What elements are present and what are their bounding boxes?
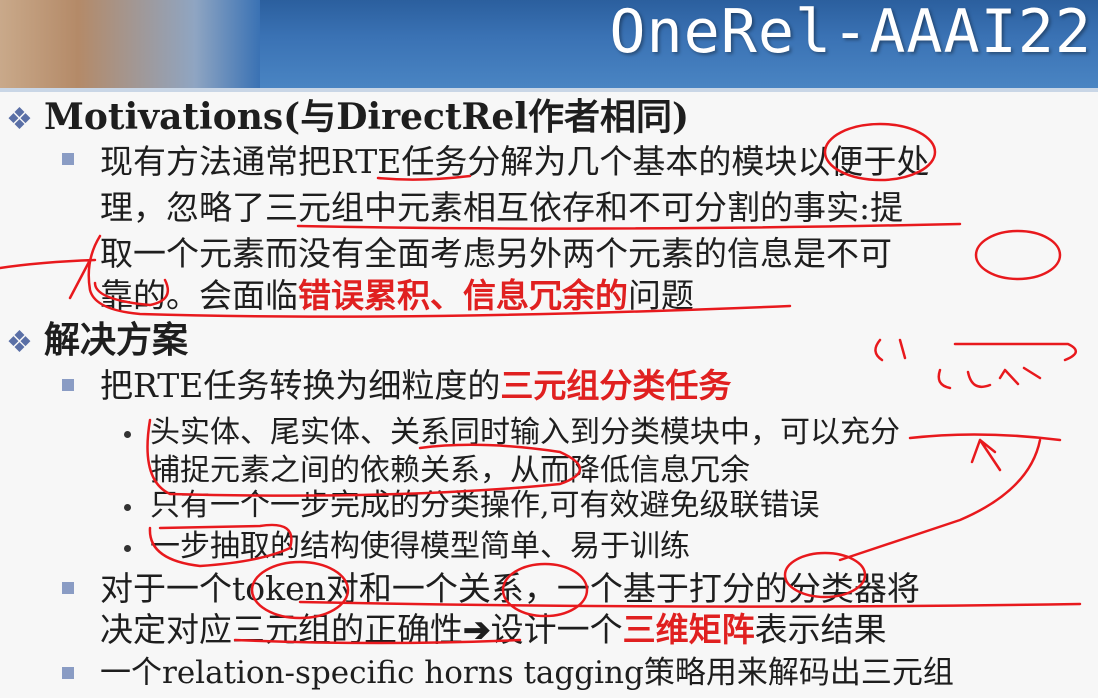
square-bullet-icon (62, 667, 74, 679)
solution-heading: 解决方案 (44, 319, 189, 361)
dot-bullet-icon (124, 431, 131, 438)
solution-point-1-highlight: 三元组分类任务 (500, 366, 732, 405)
solution-point-1-text: 把RTE任务转换为细粒度的 (100, 366, 501, 405)
slide-title: OneRel-AAAI22 (609, 0, 1092, 67)
sub-point-2: 只有一个一步完成的分类操作,可有效避免级联错误 (150, 488, 820, 523)
diamond-bullet-icon: ❖ (6, 325, 33, 360)
sub-point-1-line-1: 头实体、尾实体、关系同时输入到分类模块中，可以充分 (150, 415, 900, 450)
header-photo (0, 0, 260, 92)
square-bullet-icon (62, 582, 74, 594)
motivation-highlight: 错误累积、信息冗余的 (298, 276, 628, 315)
solution-point-3: 一个relation-specific horns tagging策略用来解码出… (100, 655, 954, 691)
dot-bullet-icon (124, 545, 131, 552)
square-bullet-icon (62, 153, 74, 165)
solution-point-2-line-2: 决定对应三元组的正确性➔设计一个三维矩阵表示结果 (100, 610, 887, 650)
motivation-line-1: 现有方法通常把RTE任务分解为几个基本的模块以便于处 (100, 142, 930, 181)
slide-header: OneRel-AAAI22 (0, 0, 1098, 92)
motivation-line-4: 靠的。会面临错误累积、信息冗余的问题 (100, 276, 694, 316)
square-bullet-icon (62, 379, 74, 391)
solution-point-2-mid: 设计一个 (490, 610, 623, 649)
motivation-line-2: 理，忽略了三元组中元素相互依存和不可分割的事实:提 (100, 188, 904, 227)
sub-point-1-line-2: 捕捉元素之间的依赖关系，从而降低信息冗余 (150, 453, 750, 488)
dot-bullet-icon (124, 504, 131, 511)
solution-point-2-end: 表示结果 (754, 610, 887, 649)
right-arrow-icon: ➔ (463, 610, 491, 649)
diamond-bullet-icon: ❖ (6, 102, 33, 137)
motivation-heading: Motivations(与DirectRel作者相同) (44, 96, 690, 138)
solution-point-2-highlight: 三维矩阵 (622, 610, 755, 649)
sub-point-3: 一步抽取的结构使得模型简单、易于训练 (150, 529, 690, 564)
motivation-line-3: 取一个元素而没有全面考虑另外两个元素的信息是不可 (100, 234, 892, 273)
solution-point-1: 把RTE任务转换为细粒度的三元组分类任务 (100, 366, 731, 406)
motivation-line-4-start: 靠的。会面临 (100, 276, 298, 315)
solution-point-2-line-1: 对于一个token对和一个关系，一个基于打分的分类器将 (100, 569, 920, 608)
solution-point-2-start: 决定对应三元组的正确性 (100, 610, 463, 649)
motivation-line-4-end: 问题 (628, 276, 694, 315)
